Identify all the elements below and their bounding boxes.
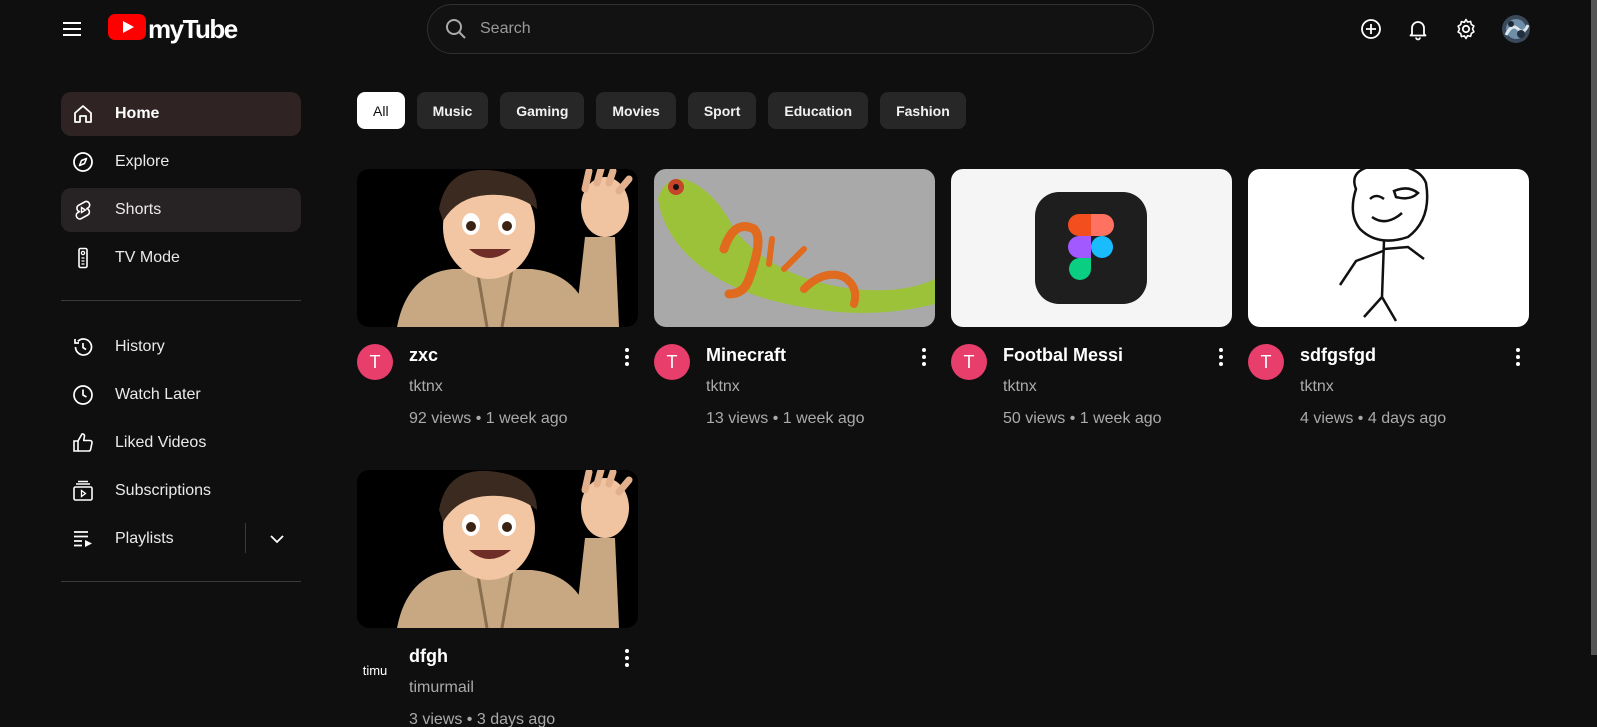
avatar-alt-text: timu	[362, 662, 388, 678]
video-meta: 50 views • 1 week ago	[1003, 410, 1162, 427]
more-options-icon[interactable]	[1510, 345, 1526, 369]
video-title[interactable]: Minecraft	[706, 345, 786, 366]
sidebar-item-playlists[interactable]: Playlists	[61, 517, 301, 561]
sidebar-item-tv-mode[interactable]: TV Mode	[61, 236, 301, 280]
compass-icon	[71, 150, 95, 174]
channel-avatar[interactable]: T	[357, 344, 393, 380]
sidebar-divider	[61, 581, 301, 582]
video-meta: 4 views • 4 days ago	[1300, 410, 1447, 427]
channel-avatar[interactable]: timu	[357, 645, 393, 681]
channel-name[interactable]: timurmail	[409, 679, 474, 697]
video-card[interactable]: T Minecraft tktnx 13 views • 1 week ago	[654, 169, 935, 427]
gear-icon[interactable]	[1454, 17, 1478, 41]
sidebar-item-label: Playlists	[115, 530, 174, 547]
avatar[interactable]	[1502, 15, 1530, 43]
sidebar: Home Explore Shorts TV Mode History Watc…	[61, 92, 301, 582]
subscriptions-icon	[71, 479, 95, 503]
chip-movies[interactable]: Movies	[596, 92, 676, 129]
video-meta: 3 views • 3 days ago	[409, 711, 556, 727]
search-icon[interactable]	[444, 17, 468, 41]
sidebar-item-subscriptions[interactable]: Subscriptions	[61, 469, 301, 513]
sidebar-item-label: Liked Videos	[115, 434, 207, 451]
logo[interactable]: myTube	[108, 13, 238, 46]
shorts-icon	[71, 198, 95, 222]
sidebar-item-label: History	[115, 338, 165, 355]
sidebar-item-liked-videos[interactable]: Liked Videos	[61, 421, 301, 465]
video-thumbnail[interactable]	[654, 169, 935, 327]
sidebar-item-label: TV Mode	[115, 249, 180, 266]
sidebar-item-shorts[interactable]: Shorts	[61, 188, 301, 232]
search-box[interactable]	[427, 4, 1154, 54]
chip-all[interactable]: All	[357, 92, 405, 129]
category-chips: All Music Gaming Movies Sport Education …	[357, 92, 966, 129]
video-card[interactable]: T Footbal Messi tktnx 50 views • 1 week …	[951, 169, 1232, 427]
video-thumbnail[interactable]	[357, 169, 638, 327]
video-card[interactable]: T zxc tktnx 92 views • 1 week ago	[357, 169, 638, 427]
more-options-icon[interactable]	[1213, 345, 1229, 369]
playlist-separator	[245, 523, 246, 553]
video-title[interactable]: dfgh	[409, 646, 448, 667]
scrollbar[interactable]	[1591, 0, 1597, 655]
channel-name[interactable]: tktnx	[706, 378, 740, 396]
channel-name[interactable]: tktnx	[1003, 378, 1037, 396]
chip-education[interactable]: Education	[768, 92, 869, 129]
channel-avatar[interactable]: T	[951, 344, 987, 380]
logo-play-icon	[108, 13, 146, 46]
channel-avatar[interactable]: T	[654, 344, 690, 380]
video-title[interactable]: Footbal Messi	[1003, 345, 1123, 366]
video-card[interactable]: timu dfgh timurmail 3 views • 3 days ago	[357, 470, 638, 727]
more-options-icon[interactable]	[916, 345, 932, 369]
more-options-icon[interactable]	[619, 646, 635, 670]
home-icon	[71, 102, 95, 126]
video-card[interactable]: T sdfgsfgd tktnx 4 views • 4 days ago	[1248, 169, 1529, 427]
chip-music[interactable]: Music	[416, 92, 489, 129]
chevron-down-icon[interactable]	[267, 529, 287, 549]
sidebar-item-label: Subscriptions	[115, 482, 212, 499]
video-thumbnail[interactable]	[951, 169, 1232, 327]
chip-sport[interactable]: Sport	[687, 92, 757, 129]
more-options-icon[interactable]	[619, 345, 635, 369]
thumbs-up-icon	[71, 431, 95, 455]
sidebar-item-label: Watch Later	[115, 386, 201, 403]
sidebar-item-watch-later[interactable]: Watch Later	[61, 373, 301, 417]
sidebar-item-explore[interactable]: Explore	[61, 140, 301, 184]
video-title[interactable]: zxc	[409, 345, 438, 366]
history-icon	[71, 335, 95, 359]
sidebar-divider	[61, 300, 301, 301]
add-icon[interactable]	[1359, 17, 1383, 41]
top-bar: myTube	[0, 0, 1597, 58]
clock-icon	[71, 383, 95, 407]
channel-name[interactable]: tktnx	[1300, 378, 1334, 396]
channel-avatar[interactable]: T	[1248, 344, 1284, 380]
video-title[interactable]: sdfgsfgd	[1300, 345, 1376, 366]
sidebar-item-label: Home	[115, 105, 160, 122]
search-input[interactable]	[480, 5, 1153, 53]
bell-icon[interactable]	[1406, 17, 1430, 41]
sidebar-item-home[interactable]: Home	[61, 92, 301, 136]
sidebar-item-label: Explore	[115, 153, 170, 170]
menu-icon[interactable]	[60, 17, 84, 41]
chip-gaming[interactable]: Gaming	[500, 92, 585, 129]
tv-remote-icon	[71, 246, 95, 270]
sidebar-item-label: Shorts	[115, 201, 162, 218]
playlist-icon	[71, 527, 95, 551]
video-meta: 13 views • 1 week ago	[706, 410, 865, 427]
channel-name[interactable]: tktnx	[409, 378, 443, 396]
logo-text: myTube	[148, 14, 238, 44]
sidebar-item-history[interactable]: History	[61, 325, 301, 369]
video-meta: 92 views • 1 week ago	[409, 410, 568, 427]
video-thumbnail[interactable]	[1248, 169, 1529, 327]
chip-fashion[interactable]: Fashion	[880, 92, 966, 129]
video-thumbnail[interactable]	[357, 470, 638, 628]
